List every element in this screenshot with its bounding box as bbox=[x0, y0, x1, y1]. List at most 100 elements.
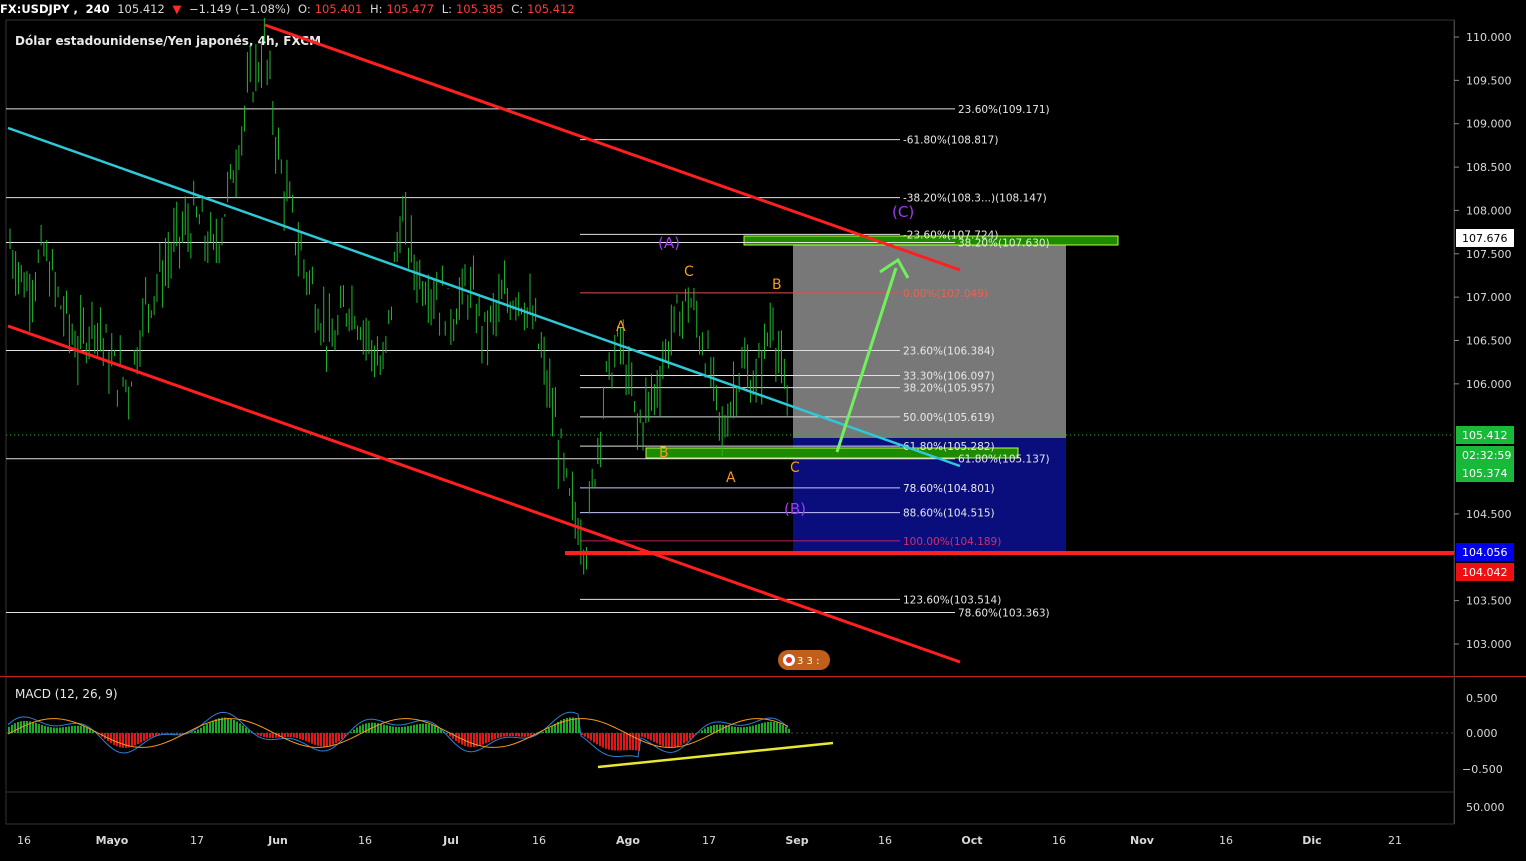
macd-bar bbox=[521, 733, 523, 737]
macd-bar bbox=[245, 727, 247, 733]
macd-bar bbox=[107, 733, 109, 742]
close-label: C: bbox=[511, 2, 524, 16]
macd-pane-frame bbox=[5, 676, 1455, 793]
macd-bar bbox=[203, 725, 205, 733]
macd-bar bbox=[605, 733, 607, 749]
macd-bar bbox=[392, 726, 394, 733]
low-value: 105.385 bbox=[455, 2, 504, 16]
macd-bar bbox=[686, 733, 688, 742]
price-label: 105.412 bbox=[1462, 429, 1508, 442]
channel-upper-line[interactable] bbox=[264, 23, 961, 272]
lower-pane-frame bbox=[5, 791, 1455, 825]
macd-bar bbox=[215, 719, 217, 733]
macd-bar bbox=[122, 733, 124, 748]
high-label: H: bbox=[369, 2, 383, 16]
countdown-label: 02:32:59 bbox=[1462, 449, 1511, 462]
macd-bar bbox=[395, 726, 397, 733]
time-tick-label: Dic bbox=[1302, 834, 1321, 847]
fib-label: 100.00%(104.189) bbox=[903, 536, 1001, 548]
macd-bar bbox=[527, 733, 529, 737]
price-tick-label: 109.500 bbox=[1466, 74, 1512, 87]
macd-bar bbox=[473, 733, 475, 747]
macd-bar bbox=[545, 729, 547, 733]
macd-bar bbox=[728, 725, 730, 733]
macd-bar bbox=[71, 726, 73, 733]
macd-bar bbox=[26, 720, 28, 733]
fib-label: 23.60%(106.384) bbox=[903, 346, 995, 358]
macd-bar bbox=[359, 725, 361, 733]
macd-bar bbox=[149, 733, 151, 738]
macd-bar bbox=[608, 733, 610, 750]
macd-bar bbox=[404, 726, 406, 733]
macd-bar bbox=[68, 726, 70, 733]
macd-bar bbox=[644, 733, 646, 738]
macd-bar bbox=[410, 725, 412, 733]
price-chart[interactable]: Dólar estadounidense/Yen japonés, 4h, FX… bbox=[0, 18, 1526, 861]
wave-label: (C) bbox=[892, 203, 914, 221]
macd-bar bbox=[743, 727, 745, 733]
macd-bar bbox=[437, 727, 439, 733]
macd-bar bbox=[350, 731, 352, 733]
macd-title: MACD (12, 26, 9) bbox=[15, 687, 118, 701]
fib-label: 38.20%(105.957) bbox=[903, 383, 995, 395]
macd-bar bbox=[317, 733, 319, 746]
macd-bar bbox=[284, 733, 286, 738]
macd-bar bbox=[329, 733, 331, 746]
macd-bar bbox=[782, 724, 784, 733]
macd-bar bbox=[269, 733, 271, 738]
time-tick-label: Nov bbox=[1130, 834, 1155, 847]
macd-bar bbox=[710, 725, 712, 733]
price-tick-label: 104.500 bbox=[1466, 508, 1512, 521]
macd-bar bbox=[707, 726, 709, 733]
wave-label: (B) bbox=[784, 500, 806, 518]
macd-bar bbox=[131, 733, 133, 747]
macd-bar bbox=[179, 733, 181, 735]
macd-bar bbox=[773, 721, 775, 733]
macd-bar bbox=[113, 733, 115, 746]
macd-bar bbox=[668, 733, 670, 748]
macd-bar bbox=[446, 733, 448, 734]
macd-bar bbox=[308, 733, 310, 743]
macd-bar bbox=[332, 733, 334, 745]
price-tick-label: 107.500 bbox=[1466, 248, 1512, 261]
macd-bar bbox=[374, 722, 376, 733]
svg-text:3 3 :: 3 3 : bbox=[797, 656, 819, 667]
price-tick-label: 103.000 bbox=[1466, 638, 1512, 651]
macd-bar bbox=[110, 733, 112, 744]
macd-bar bbox=[287, 733, 289, 738]
macd-bar bbox=[659, 733, 661, 745]
fib-label: 78.60%(103.363) bbox=[958, 608, 1050, 620]
target-zone-box[interactable] bbox=[793, 237, 1066, 438]
macd-bar bbox=[197, 729, 199, 733]
time-tick-label: Jul bbox=[442, 834, 459, 847]
wave-label: C bbox=[790, 460, 800, 476]
macd-bar bbox=[335, 733, 337, 744]
macd-bar bbox=[44, 725, 46, 733]
macd-bar bbox=[626, 733, 628, 751]
macd-bar bbox=[620, 733, 622, 751]
price-label: 104.042 bbox=[1462, 566, 1508, 579]
macd-bar bbox=[206, 724, 208, 733]
interval[interactable]: 240 bbox=[86, 2, 110, 16]
symbol-name[interactable]: FX:USDJPY bbox=[0, 2, 70, 16]
macd-bar bbox=[515, 733, 517, 737]
time-axis[interactable]: 16 Mayo 17 Jun 16 Jul 16 Ago 17 Sep 16 Oct 16 Nov 16 Di… bbox=[17, 834, 1402, 847]
macd-bar bbox=[488, 733, 490, 742]
svg-text:0.000: 0.000 bbox=[1466, 727, 1498, 740]
macd-bar bbox=[434, 726, 436, 733]
macd-bar bbox=[209, 722, 211, 733]
macd-bar bbox=[524, 733, 526, 737]
macd-bar bbox=[518, 733, 520, 737]
macd-bar bbox=[14, 723, 16, 733]
wave-label: (A) bbox=[658, 234, 680, 252]
macd-bar bbox=[689, 733, 691, 740]
fib-label: 123.60%(103.514) bbox=[903, 594, 1001, 606]
main-pane-frame bbox=[5, 19, 1455, 678]
macd-bar bbox=[506, 733, 508, 737]
macd-bar bbox=[62, 727, 64, 733]
macd-bar bbox=[170, 733, 172, 735]
fib-label: -61.80%(108.817) bbox=[903, 135, 998, 147]
event-badge-icon[interactable]: 3 3 : bbox=[778, 650, 830, 670]
time-tick-label: 16 bbox=[17, 834, 31, 847]
macd-bar bbox=[677, 733, 679, 747]
